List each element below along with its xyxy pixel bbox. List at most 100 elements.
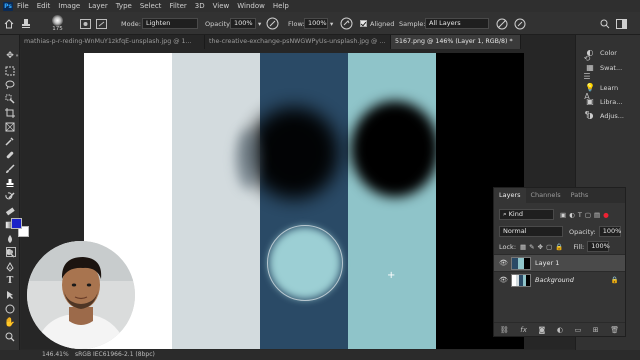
fill-input[interactable]: 100% [587,241,610,252]
home-icon[interactable] [4,12,14,35]
filter-pixel-icon[interactable]: ▣ [560,211,566,219]
history-panel-icon[interactable]: ⟲ [582,54,592,64]
filter-smart-icon[interactable]: ▤ [594,211,600,219]
lock-all-icon[interactable]: 🔒 [555,243,563,251]
pressure-size-icon[interactable] [514,12,526,35]
menu-edit[interactable]: Edit [37,2,51,10]
tab-layers[interactable]: Layers [494,188,526,203]
layer-opacity-input[interactable]: 100% [598,226,621,237]
character-panel-icon[interactable]: A [582,92,592,102]
clone-stamp-tool-icon[interactable] [4,177,16,189]
menu-bar: Ps File Edit Image Layer Type Select Fil… [0,0,640,12]
panel-swatches[interactable]: Swat... [600,62,622,74]
quick-select-tool-icon[interactable] [4,93,16,105]
pressure-opacity-icon[interactable] [266,12,279,35]
new-layer-icon[interactable]: ⊞ [593,326,599,334]
brush-preset-picker[interactable]: 175 [52,12,63,35]
lock-paint-icon[interactable]: ✎ [529,243,534,251]
paragraph-panel-icon[interactable]: ¶ [582,110,592,120]
filter-type-icon[interactable]: T [578,211,582,219]
brush-size: 175 [52,26,63,32]
foreground-color-swatch[interactable] [11,218,22,229]
menu-layer[interactable]: Layer [88,2,108,10]
brush-tip-icon [52,15,63,26]
layer-row-background[interactable]: 👁 Background 🔒 [494,271,625,288]
background-layer-name[interactable]: Background [535,276,574,284]
zoom-level[interactable]: 146.41% [42,351,69,358]
menu-file[interactable]: File [17,2,29,10]
layer-style-icon[interactable]: fx [520,326,527,334]
crop-tool-icon[interactable] [4,107,16,119]
path-selection-tool-icon[interactable] [4,289,16,301]
hand-tool-icon[interactable]: ✋ [4,317,16,329]
mode-select[interactable]: Lighten [142,18,198,29]
eraser-tool-icon[interactable] [4,205,16,217]
lock-position-icon[interactable]: ✥ [538,243,543,251]
frame-tool-icon[interactable] [4,121,16,133]
menu-3d[interactable]: 3D [195,2,205,10]
pen-tool-icon[interactable] [4,261,16,273]
panel-learn[interactable]: Learn [600,82,618,94]
filter-toggle-icon[interactable]: ● [603,211,609,219]
lock-artboard-icon[interactable]: ▢ [546,243,552,251]
tab-document-1[interactable]: mathias-p-r-reding-WnMuY1zkfqE-unsplash.… [20,35,205,49]
filter-adjustment-icon[interactable]: ◐ [569,211,575,219]
panel-libraries[interactable]: Libra... [600,96,622,108]
type-tool-icon[interactable]: T [4,275,16,287]
lasso-tool-icon[interactable] [4,79,16,91]
filter-shape-icon[interactable]: ▢ [585,211,591,219]
sample-select[interactable]: All Layers [425,18,489,29]
menu-filter[interactable]: Filter [169,2,186,10]
clone-stamp-tool-icon[interactable] [20,12,32,35]
visibility-eye-icon[interactable]: 👁 [499,259,508,267]
lock-transparent-icon[interactable]: ▦ [520,243,526,251]
aligned-checkbox[interactable]: Aligned [360,12,394,35]
visibility-eye-icon[interactable]: 👁 [499,276,508,284]
history-brush-tool-icon[interactable] [4,191,16,203]
search-icon[interactable] [600,12,610,35]
tools-panel: ✥ » T ✋ [0,35,20,350]
opacity-input[interactable]: 100% [230,18,256,29]
flow-input[interactable]: 100% [304,18,328,29]
menu-select[interactable]: Select [140,2,162,10]
properties-panel-icon[interactable]: ☰ [582,72,592,82]
blend-mode-select[interactable]: Normal [499,226,563,237]
tab-paths[interactable]: Paths [566,188,594,203]
toolbar-expand-icon[interactable]: » [14,50,20,62]
layer-row-layer-1[interactable]: 👁 Layer 1 [494,254,625,271]
add-mask-icon[interactable]: ◙ [538,326,545,334]
opacity-dropdown-icon[interactable]: ▾ [258,12,261,35]
ignore-adjustment-icon[interactable] [496,12,508,35]
panel-adjustments[interactable]: Adjus... [600,110,624,122]
marquee-tool-icon[interactable] [4,65,16,77]
brush-tool-icon[interactable] [4,163,16,175]
flow-dropdown-icon[interactable]: ▾ [330,12,333,35]
tab-document-2[interactable]: the-creative-exchange-psNWGWPyUs-unsplas… [205,35,391,49]
new-group-icon[interactable]: ▭ [575,326,582,334]
menu-type[interactable]: Type [116,2,132,10]
lock-label: Lock: [499,242,517,251]
blur-tool-icon[interactable] [4,233,16,245]
menu-help[interactable]: Help [273,2,289,10]
link-layers-icon[interactable]: ⛓ [500,326,509,334]
menu-view[interactable]: View [213,2,230,10]
panel-color[interactable]: Color [600,47,617,59]
delete-layer-icon[interactable]: 🗑 [610,326,619,334]
background-thumbnail [511,273,531,287]
new-adjustment-layer-icon[interactable]: ◐ [557,326,563,334]
brush-panel-icon[interactable] [80,12,91,35]
quick-mask-icon[interactable] [6,247,16,257]
menu-window[interactable]: Window [237,2,265,10]
layer-1-name[interactable]: Layer 1 [535,259,559,267]
tab-document-active[interactable]: 5167.png @ 146% (Layer 1, RGB/8) * [391,35,521,49]
menu-image[interactable]: Image [58,2,80,10]
airbrush-icon[interactable] [340,12,353,35]
tab-channels[interactable]: Channels [526,188,566,203]
layer-filter-select[interactable]: ⌕ Kind [499,209,554,220]
healing-brush-tool-icon[interactable] [4,149,16,161]
workspace-icon[interactable] [616,12,627,35]
eyedropper-tool-icon[interactable] [4,135,16,147]
ellipse-tool-icon[interactable] [4,303,16,315]
zoom-tool-icon[interactable] [4,331,16,343]
clone-source-icon[interactable] [96,12,107,35]
